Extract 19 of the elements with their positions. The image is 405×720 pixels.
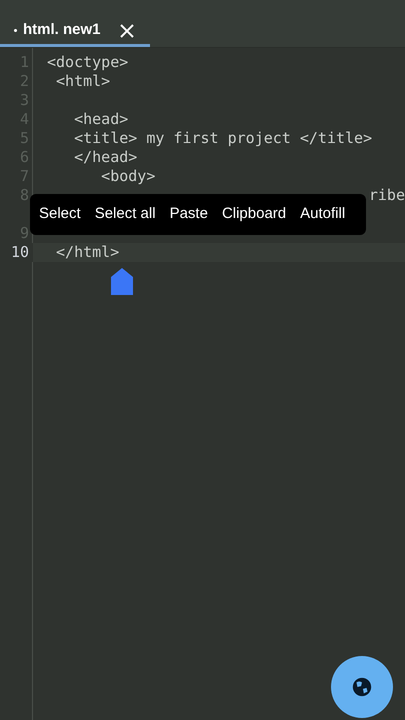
code-text: </head> <box>73 148 138 167</box>
code-text: <title> my first project </title> <box>73 129 372 148</box>
menu-item[interactable]: Autofill <box>300 203 346 226</box>
menu-item[interactable]: Paste <box>170 203 208 226</box>
menu-item[interactable]: Select <box>39 203 81 226</box>
menu-item[interactable]: Select all <box>94 203 156 226</box>
menu-item[interactable]: Clipboard <box>222 203 286 226</box>
close-icon[interactable] <box>120 24 134 38</box>
code-text: </html> <box>55 243 120 262</box>
code-text: <doctype> <box>47 53 128 72</box>
globe-icon <box>351 676 373 698</box>
tab-label: html. new1 <box>23 20 101 40</box>
file-tab[interactable]: html. new1 <box>0 17 150 47</box>
code-text: <html> <box>55 72 110 91</box>
cursor-handle[interactable] <box>111 268 133 295</box>
code-text: <body> <box>100 167 156 186</box>
line-number: 10 <box>10 243 29 262</box>
code-text: <head> <box>73 110 128 129</box>
code-text: ribe <box>368 186 405 205</box>
